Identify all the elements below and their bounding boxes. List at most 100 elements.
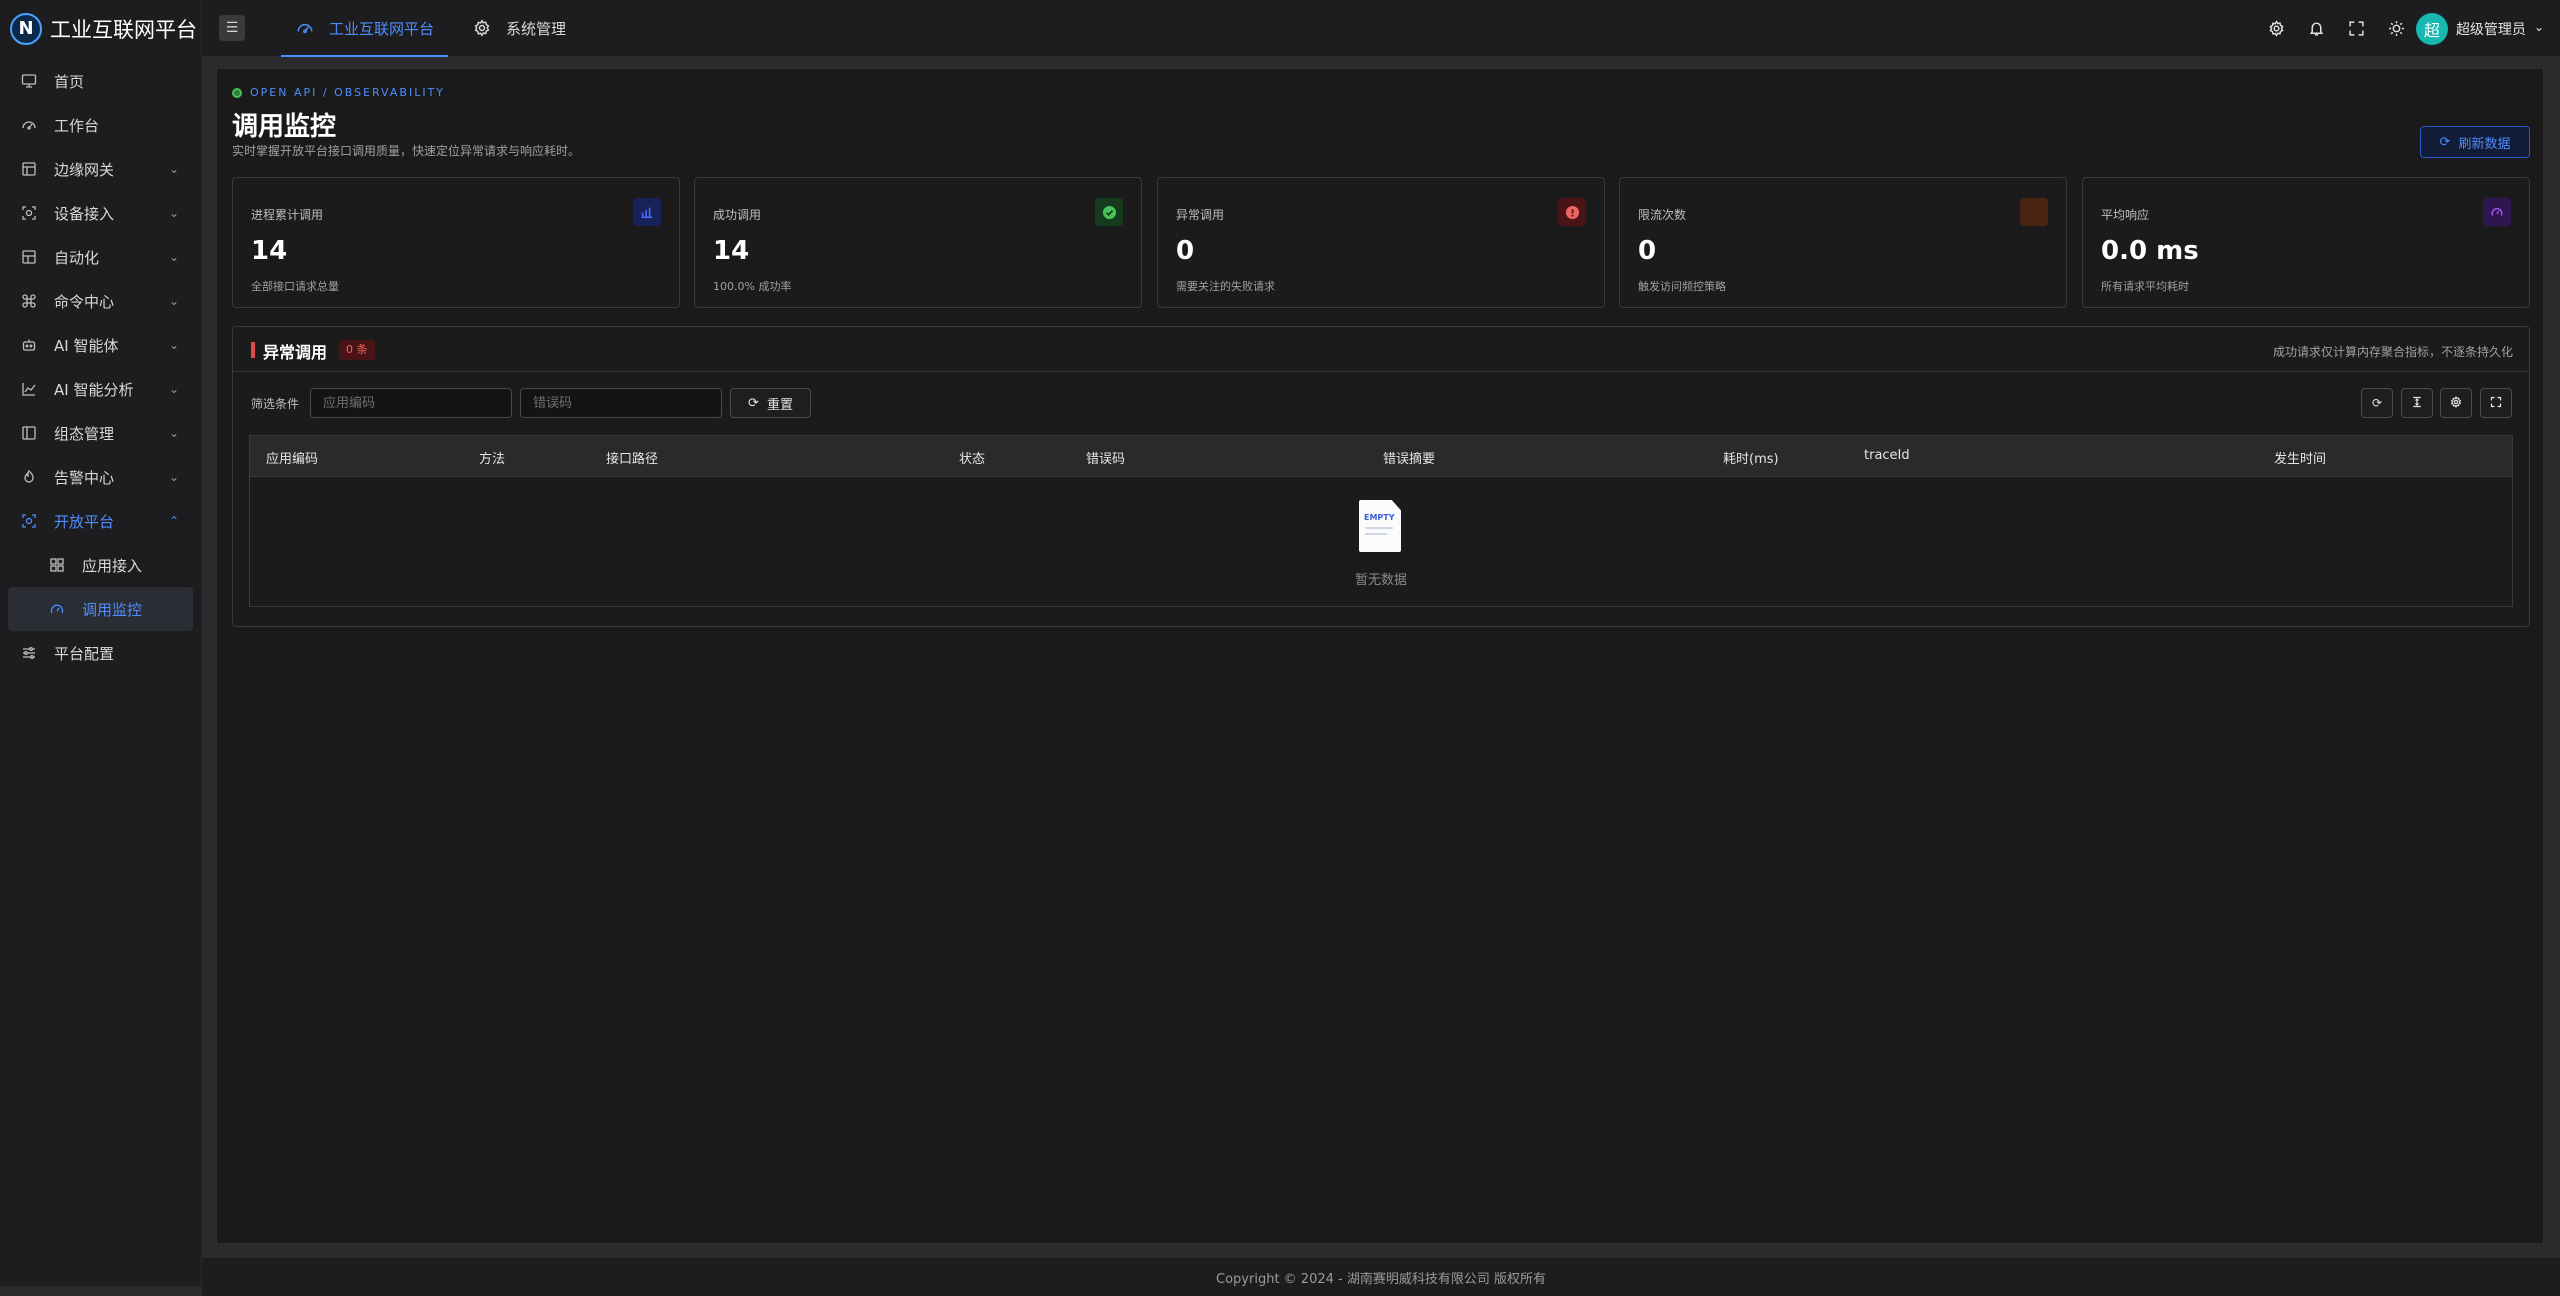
avatar: 超: [2415, 12, 2448, 45]
table-settings-button[interactable]: [2440, 388, 2472, 418]
refresh-icon: ⟳: [2371, 396, 2383, 410]
column-header[interactable]: 发生时间: [2274, 448, 2326, 467]
sidebar-item-label: 告警中心: [54, 468, 115, 487]
table-fullscreen-button[interactable]: [2480, 388, 2512, 418]
open-platform-icon: [20, 512, 38, 530]
chevron-down-icon: ⌄: [2533, 19, 2544, 34]
alert-circle-icon: [1558, 198, 1586, 226]
reset-button[interactable]: ⟳ 重置: [730, 388, 811, 418]
empty-state-text: 暂无数据: [1354, 573, 1407, 588]
sidebar-item-label: 自动化: [54, 248, 100, 267]
throttle-icon: [2020, 198, 2048, 226]
stat-label: 进程累计调用: [251, 208, 324, 222]
layout-icon: [20, 424, 38, 442]
column-header[interactable]: 错误摘要: [1383, 448, 1435, 467]
error-code-input[interactable]: [520, 388, 722, 418]
stat-sub: 触发访问频控策略: [1638, 280, 1726, 293]
sidebar-item-label: 首页: [54, 72, 85, 91]
stat-label: 成功调用: [713, 208, 762, 222]
column-header[interactable]: 错误码: [1086, 448, 1125, 467]
sidebar-subitem-app-access[interactable]: 应用接入: [8, 543, 193, 587]
bell-icon[interactable]: [2308, 20, 2326, 38]
table-refresh-button[interactable]: ⟳: [2361, 388, 2393, 418]
sidebar-item-ai-agent[interactable]: AI 智能体 ⌄: [0, 323, 201, 367]
brand-logo[interactable]: N 工业互联网平台: [0, 0, 201, 57]
stat-value: 0: [1638, 236, 1657, 266]
stat-value: 14: [713, 236, 750, 266]
sidebar-item-automation[interactable]: 自动化 ⌄: [0, 235, 201, 279]
column-header[interactable]: 接口路径: [606, 448, 658, 467]
fullscreen-icon: [2490, 396, 2502, 411]
sidebar-subitem-label: 应用接入: [82, 556, 143, 575]
sidebar-item-label: 平台配置: [54, 644, 115, 663]
stat-card-total-calls: 进程累计调用 14 全部接口请求总量: [232, 177, 680, 308]
panel-accent-bar: [251, 342, 255, 358]
device-icon: [20, 204, 38, 222]
chevron-down-icon: ⌄: [168, 206, 179, 220]
user-menu[interactable]: 超 超级管理员 ⌄: [2415, 12, 2544, 45]
page-description: 实时掌握开放平台接口调用质量，快速定位异常请求与响应耗时。: [232, 144, 581, 158]
filter-label: 筛选条件: [251, 397, 300, 411]
tab-label: 工业互联网平台: [329, 19, 435, 38]
tab-label: 系统管理: [506, 19, 567, 38]
tab-iot-platform[interactable]: 工业互联网平台: [281, 0, 449, 57]
empty-state: EMPTY: [1354, 500, 1406, 552]
stat-label: 异常调用: [1176, 208, 1225, 222]
settings-icon[interactable]: [2268, 20, 2286, 38]
monitor-icon: [20, 72, 38, 90]
gear-icon: [2450, 395, 2462, 411]
chevron-down-icon: ⌄: [168, 338, 179, 352]
column-header[interactable]: 应用编码: [266, 448, 318, 467]
user-name: 超级管理员: [2455, 21, 2526, 38]
sidebar-item-edge-gateway[interactable]: 边缘网关 ⌄: [0, 147, 201, 191]
stat-value: 0.0 ms: [2101, 236, 2199, 266]
chevron-down-icon: ⌄: [168, 294, 179, 308]
sidebar-item-open-platform[interactable]: 开放平台 ⌃: [0, 499, 201, 543]
bar-chart-icon: [633, 198, 661, 226]
column-header[interactable]: traceId: [1864, 448, 1910, 463]
sidebar: N 工业互联网平台 首页 工作台 边缘网关 ⌄ 设备接入 ⌄ 自动化 ⌄ 命令中…: [0, 0, 202, 1296]
sidebar-subitem-label: 调用监控: [82, 600, 143, 619]
dashboard-icon: [20, 116, 38, 134]
sidebar-item-command-center[interactable]: 命令中心 ⌄: [0, 279, 201, 323]
refresh-data-button[interactable]: ⟳ 刷新数据: [2420, 126, 2530, 158]
sidebar-item-label: 命令中心: [54, 292, 115, 311]
column-height-button[interactable]: [2401, 388, 2433, 418]
sun-icon[interactable]: [2388, 20, 2406, 38]
sidebar-item-workbench[interactable]: 工作台: [0, 103, 201, 147]
alarm-icon: [20, 468, 38, 486]
column-header[interactable]: 方法: [479, 448, 505, 467]
sidebar-item-label: 工作台: [54, 116, 100, 135]
collapse-sidebar-button[interactable]: ☰: [219, 15, 245, 41]
gauge-icon: [2483, 198, 2511, 226]
sidebar-item-ai-analysis[interactable]: AI 智能分析 ⌄: [0, 367, 201, 411]
command-icon: [20, 292, 38, 310]
gear-icon: [472, 18, 492, 38]
sidebar-subitem-call-monitor[interactable]: 调用监控: [8, 587, 193, 631]
page-eyebrow: OPEN API / OBSERVABILITY: [232, 86, 445, 99]
stat-sub: 100.0% 成功率: [713, 280, 792, 293]
stat-value: 0: [1176, 236, 1195, 266]
dashboard-icon: [295, 18, 315, 38]
chevron-up-icon: ⌃: [168, 514, 179, 528]
column-header[interactable]: 耗时(ms): [1723, 448, 1779, 467]
column-height-icon: [2411, 396, 2423, 411]
sidebar-item-label: 开放平台: [54, 512, 115, 531]
sidebar-menu: 首页 工作台 边缘网关 ⌄ 设备接入 ⌄ 自动化 ⌄ 命令中心 ⌄ AI 智能体…: [0, 59, 201, 675]
column-header[interactable]: 状态: [959, 448, 985, 467]
sidebar-item-alarm-center[interactable]: 告警中心 ⌄: [0, 455, 201, 499]
app-code-input[interactable]: [310, 388, 512, 418]
tab-system-management[interactable]: 系统管理: [458, 0, 580, 57]
count-badge: 0 条: [339, 340, 375, 360]
stat-card-error-calls: 异常调用 0 需要关注的失败请求: [1157, 177, 1605, 308]
sidebar-item-platform-config[interactable]: 平台配置: [0, 631, 201, 675]
chevron-down-icon: ⌄: [168, 250, 179, 264]
sidebar-item-device-access[interactable]: 设备接入 ⌄: [0, 191, 201, 235]
robot-icon: [20, 336, 38, 354]
sidebar-item-home[interactable]: 首页: [0, 59, 201, 103]
refresh-icon: ⟳: [2439, 134, 2451, 150]
panel-title: 异常调用: [263, 343, 328, 362]
sidebar-item-configuration[interactable]: 组态管理 ⌄: [0, 411, 201, 455]
sidebar-scrollbar[interactable]: [0, 1286, 202, 1296]
fullscreen-icon[interactable]: [2348, 20, 2366, 38]
